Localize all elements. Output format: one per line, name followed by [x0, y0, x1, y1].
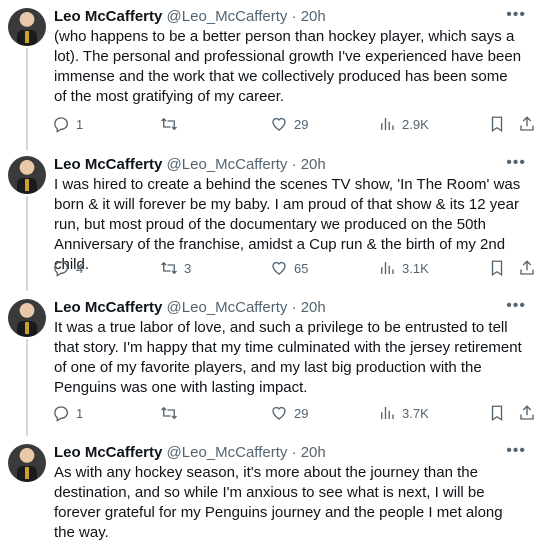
tweet-header: Leo McCafferty @Leo_McCafferty · 20h — [54, 156, 326, 174]
tweet-text: It was a true labor of love, and such a … — [54, 319, 522, 396]
timestamp[interactable]: 20h — [301, 8, 326, 25]
bookmark-icon — [491, 405, 503, 422]
reply-count: 1 — [76, 116, 84, 132]
action-bar: 4 3 65 3.1K — [50, 259, 540, 279]
author-handle[interactable]: @Leo_McCafferty — [167, 299, 288, 316]
reply-count: 1 — [76, 405, 84, 421]
retweet-button[interactable] — [160, 404, 184, 422]
tweet-4[interactable]: Leo McCafferty @Leo_McCafferty · 20h •••… — [0, 436, 540, 541]
share-icon — [520, 405, 534, 420]
like-count: 65 — [294, 260, 309, 276]
like-button[interactable]: 29 — [270, 404, 308, 422]
thread-line — [26, 339, 28, 436]
timestamp[interactable]: 20h — [301, 299, 326, 316]
more-icon[interactable]: ••• — [506, 6, 526, 24]
action-bar: 1 29 2.9K — [50, 115, 540, 135]
bookmark-icon — [491, 260, 503, 277]
author-handle[interactable]: @Leo_McCafferty — [167, 8, 288, 25]
views-button[interactable]: 2.9K — [378, 115, 429, 133]
heart-icon — [272, 117, 286, 131]
like-count: 29 — [294, 405, 309, 421]
views-icon — [381, 118, 394, 130]
separator: · — [291, 156, 297, 173]
avatar[interactable] — [8, 299, 46, 337]
separator: · — [291, 444, 297, 461]
more-icon[interactable]: ••• — [506, 297, 526, 315]
tweet-header: Leo McCafferty @Leo_McCafferty · 20h — [54, 8, 326, 26]
author-name[interactable]: Leo McCafferty — [54, 444, 162, 461]
avatar[interactable] — [8, 444, 46, 482]
heart-icon — [272, 261, 286, 275]
views-icon — [381, 407, 394, 419]
timestamp[interactable]: 20h — [301, 444, 326, 461]
tweet-3[interactable]: Leo McCafferty @Leo_McCafferty · 20h •••… — [0, 291, 540, 436]
separator: · — [291, 8, 297, 25]
reply-button[interactable]: 1 — [52, 404, 83, 422]
timestamp[interactable]: 20h — [301, 156, 326, 173]
reply-icon — [54, 261, 69, 277]
views-count: 2.9K — [402, 116, 429, 132]
bookmark-icon — [491, 116, 503, 133]
views-button[interactable]: 3.1K — [378, 259, 429, 277]
share-icon — [520, 260, 534, 275]
views-count: 3.1K — [402, 260, 429, 276]
author-handle[interactable]: @Leo_McCafferty — [167, 444, 288, 461]
tweet-header: Leo McCafferty @Leo_McCafferty · 20h — [54, 299, 326, 317]
retweet-icon — [161, 117, 177, 131]
bookmark-button[interactable] — [488, 115, 506, 133]
retweet-button[interactable]: 3 — [160, 259, 191, 277]
more-icon[interactable]: ••• — [506, 154, 526, 172]
retweet-count: 3 — [184, 260, 192, 276]
views-button[interactable]: 3.7K — [378, 404, 429, 422]
author-name[interactable]: Leo McCafferty — [54, 156, 162, 173]
share-button[interactable] — [518, 115, 536, 133]
bookmark-button[interactable] — [488, 404, 506, 422]
avatar[interactable] — [8, 8, 46, 46]
avatar[interactable] — [8, 156, 46, 194]
heart-icon — [272, 406, 286, 420]
tweet-header: Leo McCafferty @Leo_McCafferty · 20h — [54, 444, 326, 462]
tweet-text: As with any hockey season, it's more abo… — [54, 464, 503, 541]
thread-line — [26, 48, 28, 150]
tweet-1[interactable]: Leo McCafferty @Leo_McCafferty · 20h •••… — [0, 0, 540, 150]
share-button[interactable] — [518, 259, 536, 277]
tweet-text: (who happens to be a better person than … — [54, 28, 522, 105]
author-name[interactable]: Leo McCafferty — [54, 299, 162, 316]
bookmark-button[interactable] — [488, 259, 506, 277]
reply-button[interactable]: 1 — [52, 115, 83, 133]
retweet-button[interactable] — [160, 115, 184, 133]
reply-count: 4 — [76, 260, 84, 276]
action-bar: 1 29 3.7K — [50, 404, 540, 424]
like-count: 29 — [294, 116, 309, 132]
author-handle[interactable]: @Leo_McCafferty — [167, 156, 288, 173]
more-icon[interactable]: ••• — [506, 442, 526, 460]
like-button[interactable]: 29 — [270, 115, 308, 133]
share-icon — [520, 116, 534, 131]
reply-icon — [54, 406, 69, 422]
reply-button[interactable]: 4 — [52, 259, 83, 277]
share-button[interactable] — [518, 404, 536, 422]
views-count: 3.7K — [402, 405, 429, 421]
reply-icon — [54, 117, 69, 133]
tweet-2[interactable]: Leo McCafferty @Leo_McCafferty · 20h •••… — [0, 148, 540, 291]
views-icon — [381, 262, 394, 274]
author-name[interactable]: Leo McCafferty — [54, 8, 162, 25]
retweet-icon — [161, 406, 177, 420]
thread-line — [26, 196, 28, 291]
retweet-icon — [161, 261, 177, 275]
separator: · — [291, 299, 297, 316]
like-button[interactable]: 65 — [270, 259, 308, 277]
